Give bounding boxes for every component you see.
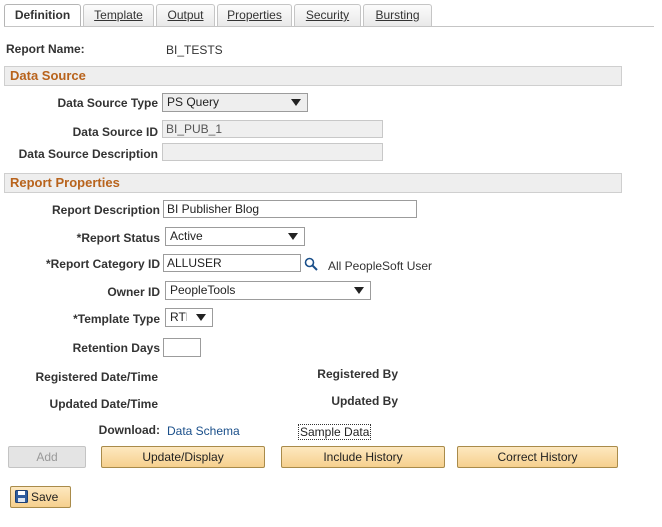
include-history-button[interactable]: Include History — [281, 446, 445, 468]
tab-output[interactable]: Output — [156, 4, 215, 26]
template-type-select[interactable]: RTF — [165, 308, 213, 327]
tab-security[interactable]: Security — [294, 4, 361, 26]
report-description-label: Report Description — [51, 203, 160, 217]
report-description-input[interactable]: BI Publisher Blog — [163, 200, 417, 218]
data-source-id-field: BI_PUB_1 — [162, 120, 383, 138]
template-type-value: RTF — [170, 310, 187, 324]
chevron-down-icon — [196, 314, 206, 321]
data-source-description-label: Data Source Description — [18, 147, 158, 161]
chevron-down-icon — [291, 99, 301, 106]
correct-history-button[interactable]: Correct History — [457, 446, 618, 468]
data-source-type-value: PS Query — [167, 95, 220, 109]
registered-datetime-label: Registered Date/Time — [35, 370, 159, 384]
report-status-select[interactable]: Active — [165, 227, 305, 246]
update-display-button[interactable]: Update/Display — [101, 446, 265, 468]
sample-data-link[interactable]: Sample Data — [298, 424, 372, 440]
search-icon[interactable] — [304, 257, 318, 271]
retention-days-input[interactable] — [163, 338, 201, 357]
report-category-input[interactable]: ALLUSER — [163, 254, 301, 272]
report-category-description: All PeopleSoft User — [328, 259, 433, 273]
registered-by-label: Registered By — [317, 367, 398, 381]
retention-days-label: Retention Days — [72, 341, 160, 355]
data-source-description-field — [162, 143, 383, 161]
download-label: Download: — [98, 423, 160, 437]
save-button[interactable]: Save — [10, 486, 71, 508]
updated-by-label: Updated By — [331, 394, 398, 408]
add-button[interactable]: Add — [8, 446, 86, 468]
report-status-value: Active — [170, 229, 203, 243]
data-source-type-label: Data Source Type — [57, 96, 158, 110]
report-category-label: *Report Category ID — [45, 257, 160, 271]
floppy-disk-icon — [15, 490, 28, 503]
tab-template[interactable]: Template — [83, 4, 154, 26]
updated-datetime-label: Updated Date/Time — [49, 397, 158, 411]
tab-properties[interactable]: Properties — [217, 4, 292, 26]
chevron-down-icon — [354, 287, 364, 294]
report-name-value: BI_TESTS — [166, 43, 223, 57]
owner-id-label: Owner ID — [107, 285, 160, 299]
chevron-down-icon — [288, 233, 298, 240]
report-status-label: *Report Status — [76, 231, 160, 245]
data-source-section-header: Data Source — [4, 66, 622, 86]
data-source-type-select[interactable]: PS Query — [162, 93, 308, 112]
data-source-id-label: Data Source ID — [72, 125, 158, 139]
tab-definition[interactable]: Definition — [4, 4, 81, 27]
data-schema-link[interactable]: Data Schema — [167, 424, 240, 438]
tab-divider — [4, 26, 654, 27]
report-name-label: Report Name: — [6, 42, 85, 56]
template-type-label: *Template Type — [73, 312, 160, 326]
owner-id-value: PeopleTools — [170, 283, 236, 297]
tab-bursting[interactable]: Bursting — [363, 4, 432, 26]
save-button-label: Save — [31, 490, 59, 504]
report-properties-section-header: Report Properties — [4, 173, 622, 193]
owner-id-select[interactable]: PeopleTools — [165, 281, 371, 300]
